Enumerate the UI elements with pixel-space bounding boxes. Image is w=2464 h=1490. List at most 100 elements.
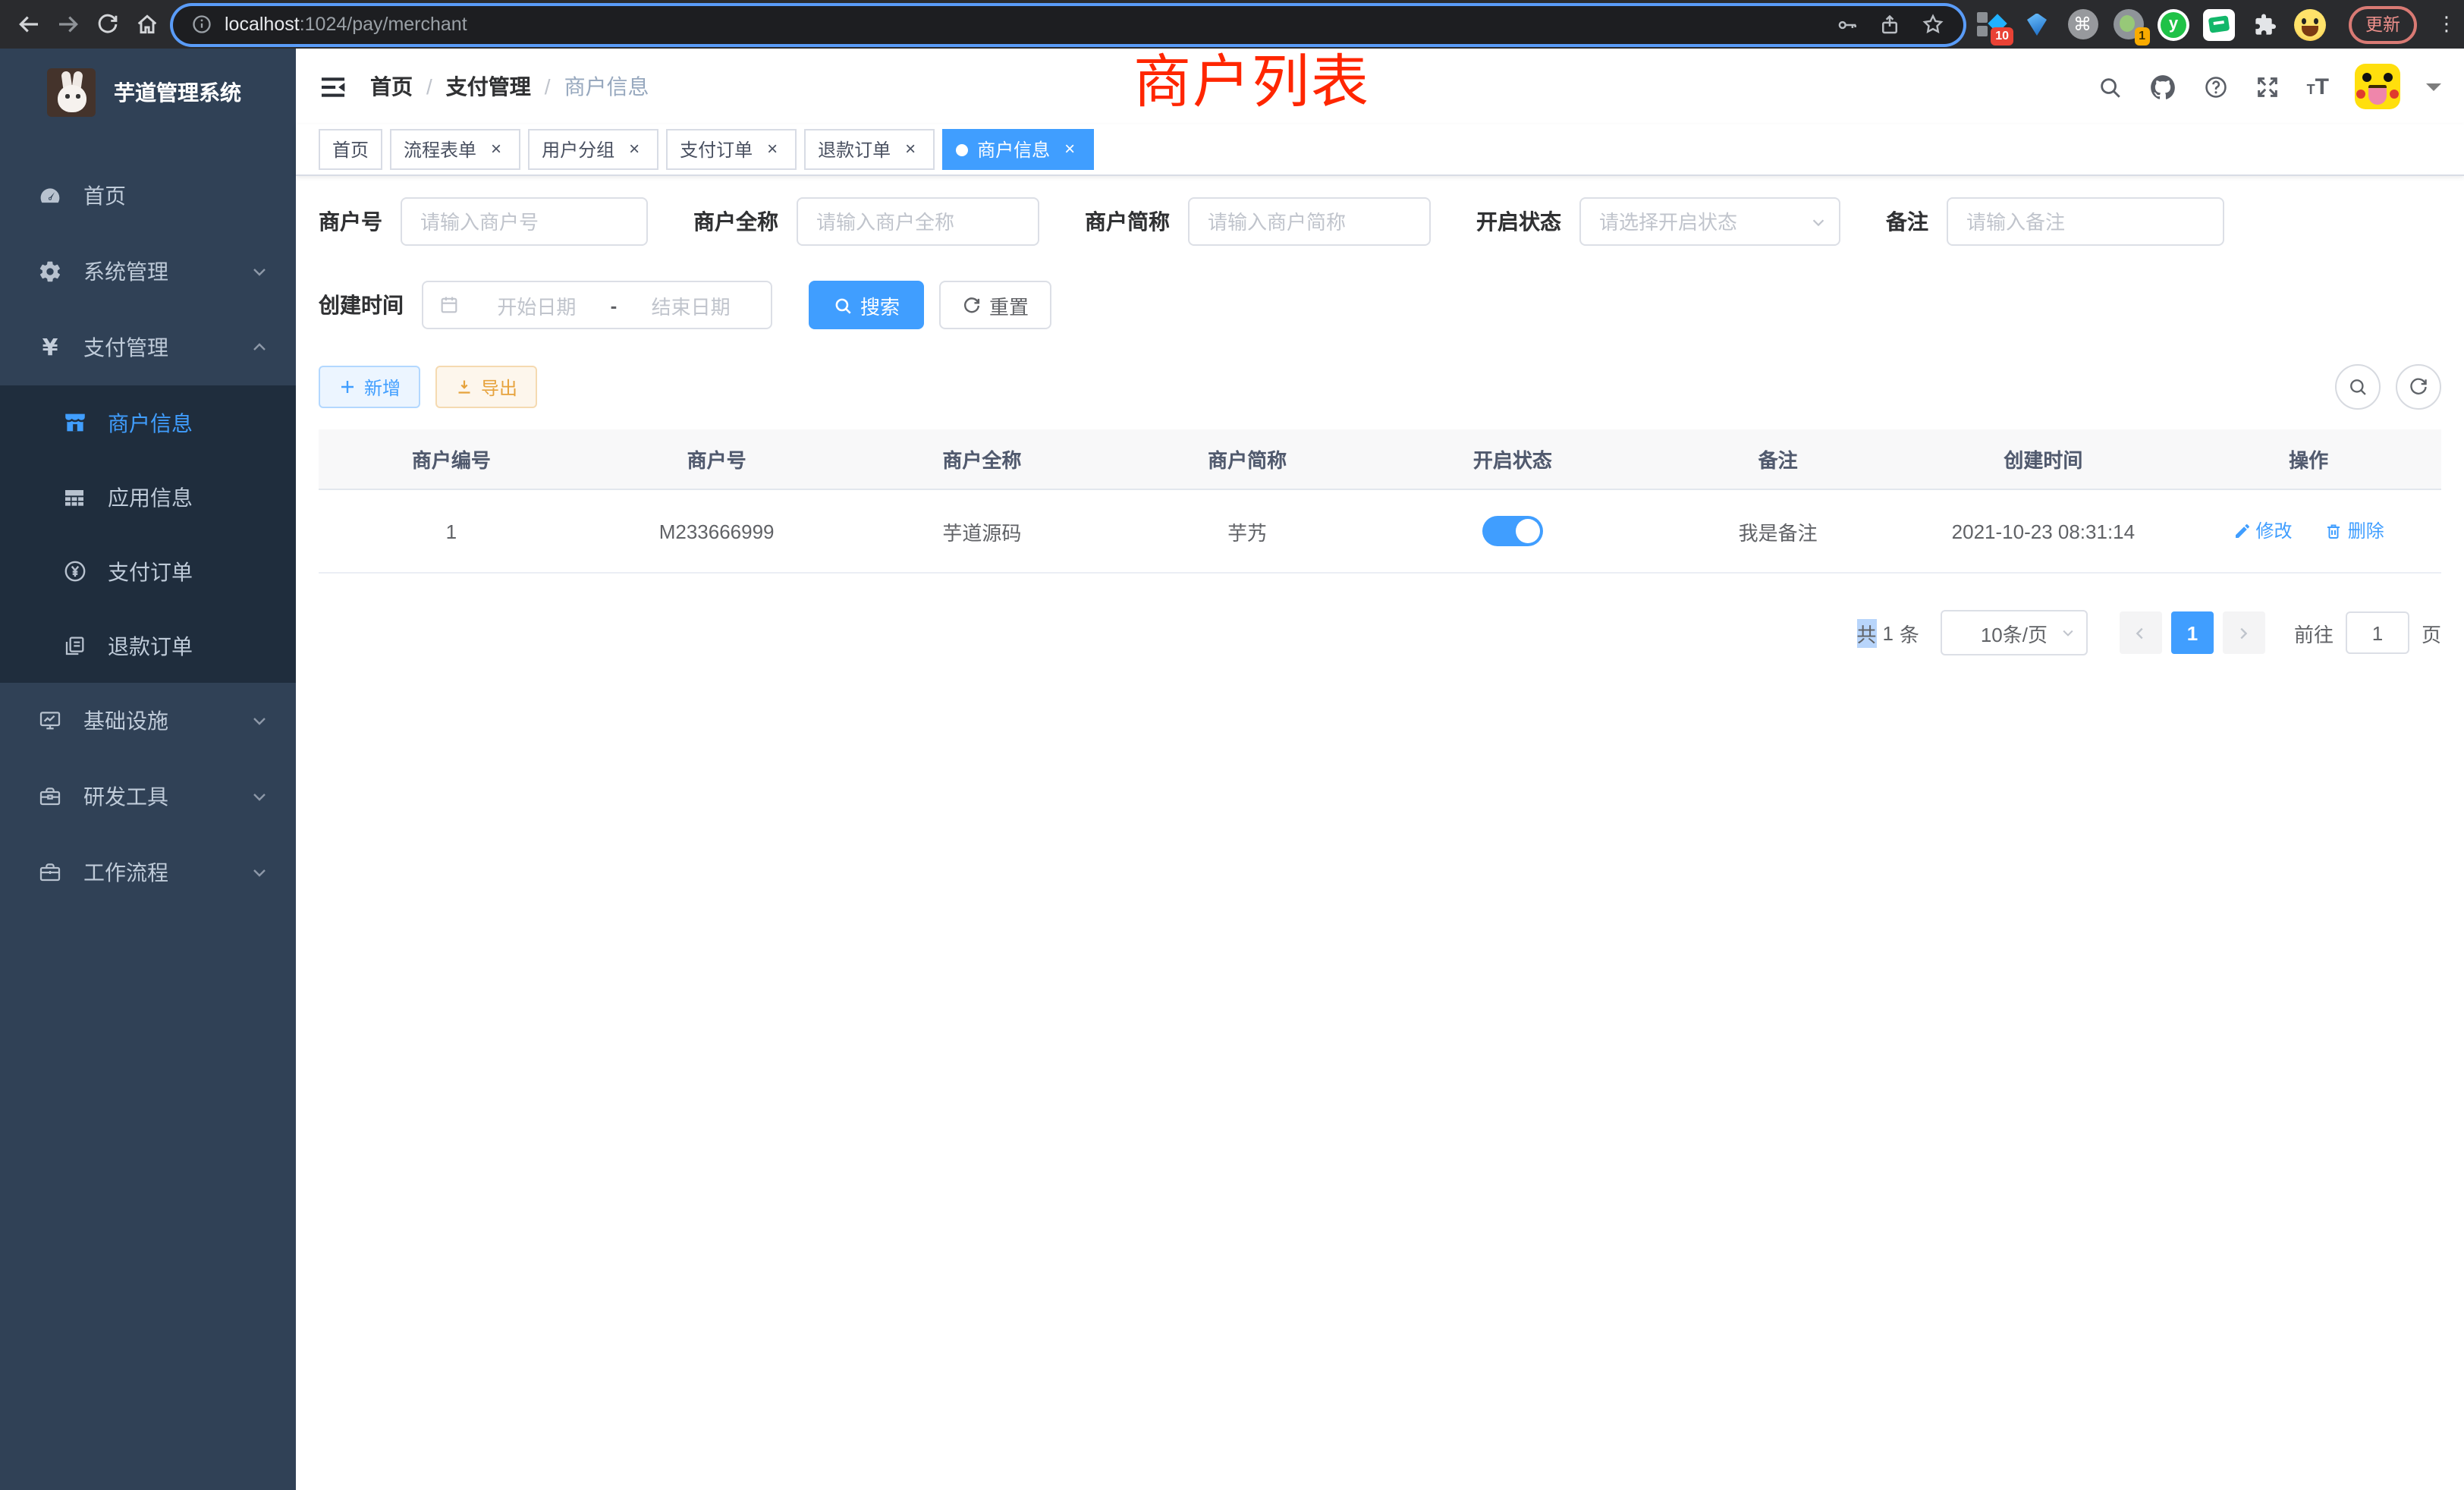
sidebar-item-workflow[interactable]: 工作流程 [0,835,296,910]
sidebar-collapse-icon[interactable] [319,72,347,101]
breadcrumb-section[interactable]: 支付管理 [446,71,531,102]
extensions-puzzle-icon[interactable] [2249,8,2280,40]
breadcrumb: 首页 / 支付管理 / 商户信息 [370,71,649,102]
next-page-button[interactable] [2223,611,2265,654]
delete-link-label: 删除 [2348,518,2384,544]
extension-boards-icon[interactable]: 10 [1975,8,2007,40]
content: 商户号 商户全称 商户简称 开启状态 [296,176,2464,655]
extension-badge: 10 [1991,27,2013,45]
edit-link[interactable]: 修改 [2233,518,2292,544]
date-range-picker[interactable]: 开始日期 - 结束日期 [422,281,772,329]
address-bar[interactable]: localhost:1024/pay/merchant [173,5,1963,43]
full-name-input[interactable] [797,197,1039,246]
status-select[interactable] [1579,197,1840,246]
refresh-table-button[interactable] [2396,364,2441,410]
sidebar-item-devtools[interactable]: 研发工具 [0,759,296,835]
fullscreen-icon[interactable] [2255,74,2281,99]
tab-label: 退款订单 [818,137,891,162]
prev-page-button[interactable] [2120,611,2162,654]
add-button[interactable]: 新增 [319,366,420,408]
merchant-no-label: 商户号 [319,206,382,237]
page-number-button[interactable]: 1 [2171,611,2214,654]
browser-menu-icon[interactable]: ⋮ [2437,12,2452,36]
sidebar-item-pay-order[interactable]: 支付订单 [0,534,296,608]
extension-gem-icon[interactable] [2021,8,2053,40]
status-select-input[interactable] [1579,197,1840,246]
goto-page-input[interactable] [2346,611,2409,654]
extension-y-icon[interactable]: y [2158,8,2189,40]
extension-chat-icon[interactable] [2203,8,2235,40]
show-search-toggle-button[interactable] [2335,364,2381,410]
page-size-select[interactable]: 10条/页 [1941,610,2088,655]
tab-refund-order[interactable]: 退款订单 × [804,129,935,170]
start-date-placeholder[interactable]: 开始日期 [472,291,602,319]
total-prefix: 共 [1856,618,1876,647]
sidebar-item-merchant-info[interactable]: 商户信息 [0,385,296,460]
help-icon[interactable] [2204,74,2230,99]
font-size-icon[interactable]: TT [2307,75,2329,98]
sidebar-item-label: 应用信息 [108,482,269,512]
close-icon[interactable]: × [900,139,921,160]
tags-view: 首页 流程表单 × 用户分组 × 支付订单 × 退款订单 × [296,124,2464,176]
tab-home[interactable]: 首页 [319,129,382,170]
cell-merchant-id: 1 [319,489,584,573]
reset-button[interactable]: 重置 [939,281,1051,329]
delete-link[interactable]: 删除 [2325,518,2384,544]
header-search-icon[interactable] [2098,74,2123,99]
extension-emoji-icon[interactable] [2294,8,2326,40]
cell-full-name: 芋道源码 [850,489,1115,573]
breadcrumb-current: 商户信息 [564,71,649,102]
sidebar-item-home[interactable]: 首页 [0,158,296,234]
cell-merchant-no: M233666999 [584,489,850,573]
active-dot [956,143,968,156]
add-button-label: 新增 [364,374,401,400]
github-icon[interactable] [2149,72,2178,101]
breadcrumb-home[interactable]: 首页 [370,71,413,102]
tab-label: 支付订单 [680,137,753,162]
password-key-icon[interactable] [1836,13,1859,36]
remark-input[interactable] [1947,197,2224,246]
tab-user-group[interactable]: 用户分组 × [528,129,658,170]
merchant-no-input[interactable] [401,197,648,246]
pagination: 共 1 条 10条/页 1 [319,610,2441,655]
avatar[interactable] [2355,64,2400,109]
tab-pay-order[interactable]: 支付订单 × [666,129,797,170]
export-button[interactable]: 导出 [435,366,537,408]
avatar-caret-icon[interactable] [2426,83,2441,98]
search-button[interactable]: 搜索 [809,281,924,329]
sidebar-item-app-info[interactable]: 应用信息 [0,460,296,534]
app-logo-row[interactable]: 芋道管理系统 [0,49,296,137]
status-label: 开启状态 [1476,206,1561,237]
browser-back-button[interactable] [9,5,49,44]
site-info-icon[interactable] [191,14,212,35]
status-toggle[interactable] [1482,516,1543,546]
dashboard-icon [36,184,64,208]
tab-process-form[interactable]: 流程表单 × [390,129,520,170]
browser-reload-button[interactable] [88,5,127,44]
close-icon[interactable]: × [624,139,645,160]
chevron-up-icon [250,338,269,357]
sidebar-item-pay[interactable]: ¥ 支付管理 [0,310,296,385]
close-icon[interactable]: × [762,139,783,160]
briefcase-icon [36,860,64,885]
extension-egg-icon[interactable]: 1 [2112,8,2144,40]
bookmark-star-icon[interactable] [1921,12,1945,36]
sidebar-item-system[interactable]: 系统管理 [0,234,296,310]
close-icon[interactable]: × [1059,139,1080,160]
documents-icon [61,633,88,658]
tab-merchant-info[interactable]: 商户信息 × [942,129,1094,170]
chevron-down-icon [250,712,269,730]
sidebar-item-refund-order[interactable]: 退款订单 [0,608,296,683]
monitor-chart-icon [36,709,64,733]
sidebar-item-infra[interactable]: 基础设施 [0,683,296,759]
browser-forward-button[interactable] [49,5,88,44]
short-name-input[interactable] [1188,197,1431,246]
yen-icon: ¥ [36,334,64,361]
extension-command-icon[interactable]: ⌘ [2066,8,2098,40]
browser-update-button[interactable]: 更新 [2349,5,2417,43]
end-date-placeholder[interactable]: 结束日期 [626,291,756,319]
close-icon[interactable]: × [486,139,507,160]
browser-home-button[interactable] [127,5,167,44]
share-icon[interactable] [1878,13,1901,36]
date-range-separator: - [602,294,627,316]
